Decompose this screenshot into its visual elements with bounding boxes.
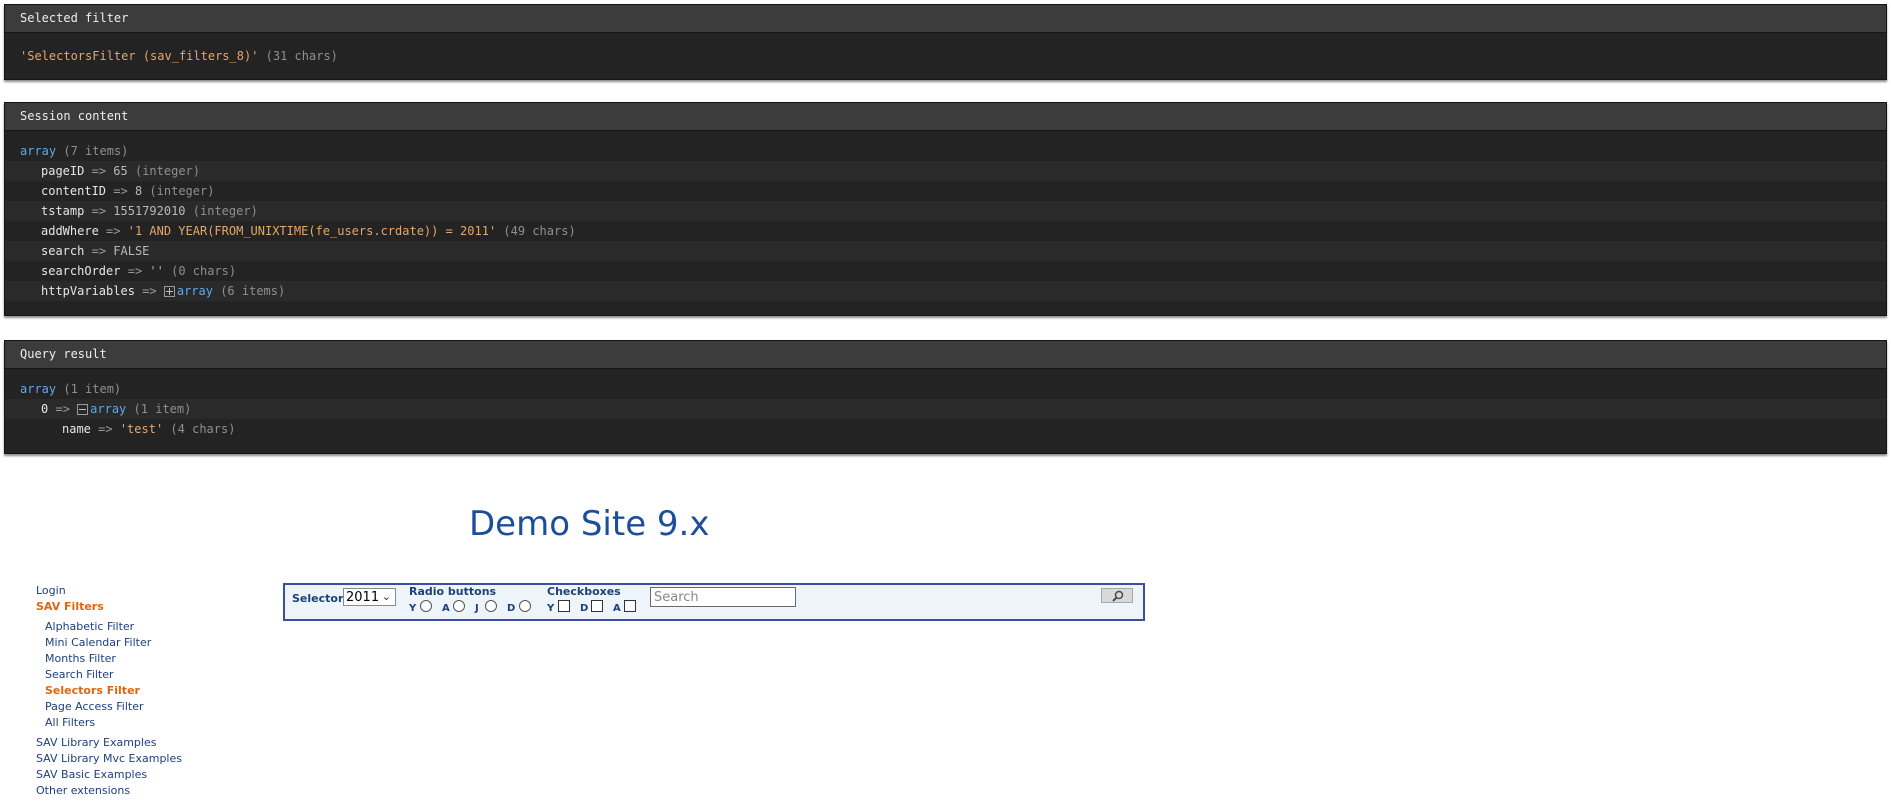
row-key: 0 — [41, 402, 49, 416]
tree-row: 0 => array (1 item) — [5, 399, 1886, 419]
selector-value: 2011 — [346, 590, 380, 605]
tree-root: array (1 item) — [5, 379, 1886, 399]
panel-title: Selected filter — [5, 5, 1886, 33]
arrow: => — [91, 164, 107, 178]
row-value: 'test' — [119, 422, 164, 436]
arrow: => — [98, 422, 113, 436]
expand-icon[interactable] — [163, 286, 175, 297]
row-value: 8 — [134, 184, 143, 198]
row-value: '1 AND YEAR(FROM_UNIXTIME(fe_users.crdat… — [127, 224, 497, 238]
arrow: => — [142, 284, 157, 298]
collapse-icon[interactable] — [77, 404, 89, 415]
search-button[interactable] — [1101, 588, 1133, 603]
tree-row: addWhere => '1 AND YEAR(FROM_UNIXTIME(fe… — [5, 221, 1886, 241]
session-content-panel: Session content array (7 items) pageID =… — [4, 102, 1887, 316]
row-value: array — [90, 402, 127, 416]
arrow: => — [55, 402, 70, 416]
menu-item-sav-library-examples[interactable]: SAV Library Examples — [36, 736, 156, 749]
row-key: httpVariables — [41, 284, 135, 298]
array-type: array — [20, 144, 57, 158]
value-meta: (1 item) — [63, 382, 122, 396]
menu-item-sav-filters[interactable]: SAV Filters — [36, 600, 104, 613]
magnifier-icon — [1112, 590, 1124, 602]
radio-d[interactable] — [519, 600, 531, 612]
row-key: searchOrder — [41, 264, 121, 278]
row-value: 1551792010 — [113, 204, 186, 218]
tree-row: contentID => 8 (integer) — [5, 181, 1886, 201]
menu-item-sav-basic-examples[interactable]: SAV Basic Examples — [36, 768, 147, 781]
row-value: FALSE — [113, 244, 150, 258]
menu-item-months-filter[interactable]: Months Filter — [45, 652, 116, 665]
row-key: addWhere — [41, 224, 99, 238]
tree-root: array (7 items) — [5, 141, 1886, 161]
menu-item-login[interactable]: Login — [36, 584, 66, 597]
menu-item-alphabetic-filter[interactable]: Alphabetic Filter — [45, 620, 134, 633]
menu-item-page-access-filter[interactable]: Page Access Filter — [45, 700, 144, 713]
radio-j[interactable] — [485, 600, 497, 612]
selector-dropdown[interactable]: 2011 ⌄ — [343, 588, 396, 606]
value-meta: (31 chars) — [265, 49, 338, 63]
checkbox-d-label: D — [580, 603, 589, 614]
menu-item-mini-calendar-filter[interactable]: Mini Calendar Filter — [45, 636, 151, 649]
menu-item-other-extensions[interactable]: Other extensions — [36, 784, 130, 797]
search-input[interactable] — [650, 587, 796, 607]
row-key: search — [41, 244, 85, 258]
selector-label: Selector — [292, 592, 344, 605]
radio-j-label: J — [475, 603, 479, 614]
checkbox-a[interactable] — [624, 600, 636, 612]
query-result-panel: Query result array (1 item) 0 => array (… — [4, 340, 1887, 454]
menu-item-search-filter[interactable]: Search Filter — [45, 668, 114, 681]
string-value: 'SelectorsFilter (sav_filters_8)' — [20, 49, 259, 63]
value-meta: (1 item) — [133, 402, 192, 416]
radio-y[interactable] — [420, 600, 432, 612]
tree-row: pageID => 65 (integer) — [5, 161, 1886, 181]
radio-a-label: A — [442, 603, 450, 614]
menu-item-all-filters[interactable]: All Filters — [45, 716, 95, 729]
selectors-filter-form: Selector 2011 ⌄ Radio buttons Y A J D Ch… — [283, 583, 1145, 621]
tree-row: search => FALSE — [5, 241, 1886, 261]
arrow: => — [91, 204, 107, 218]
checkbox-d[interactable] — [591, 600, 603, 612]
checkbox-y[interactable] — [558, 600, 570, 612]
row-key: tstamp — [41, 204, 85, 218]
checkboxes-label: Checkboxes — [547, 585, 621, 598]
value-meta: (6 items) — [220, 284, 286, 298]
selected-filter-row: 'SelectorsFilter (sav_filters_8)' (31 ch… — [5, 46, 1886, 66]
arrow: => — [127, 264, 143, 278]
row-key: name — [62, 422, 91, 436]
row-key: contentID — [41, 184, 107, 198]
value-meta: (integer) — [192, 204, 258, 218]
panel-title: Session content — [5, 103, 1886, 131]
value-meta: (49 chars) — [503, 224, 576, 238]
selected-filter-panel: Selected filter 'SelectorsFilter (sav_fi… — [4, 4, 1887, 80]
radio-buttons-label: Radio buttons — [409, 585, 497, 598]
tree-row: name => 'test' (4 chars) — [5, 419, 1886, 439]
radio-y-label: Y — [409, 603, 417, 614]
array-type: array — [20, 382, 57, 396]
row-value: array — [176, 284, 213, 298]
value-meta: (7 items) — [63, 144, 129, 158]
row-value: 65 — [113, 164, 128, 178]
arrow: => — [106, 224, 121, 238]
panel-title: Query result — [5, 341, 1886, 369]
arrow: => — [91, 244, 107, 258]
arrow: => — [113, 184, 128, 198]
row-key: pageID — [41, 164, 85, 178]
tree-row: tstamp => 1551792010 (integer) — [5, 201, 1886, 221]
radio-d-label: D — [507, 603, 516, 614]
value-meta: (4 chars) — [170, 422, 236, 436]
value-meta: (integer) — [134, 164, 200, 178]
row-value: '' — [149, 264, 164, 278]
value-meta: (0 chars) — [171, 264, 237, 278]
tree-row: httpVariables => array (6 items) — [5, 281, 1886, 301]
checkbox-y-label: Y — [547, 603, 555, 614]
tree-row: searchOrder => '' (0 chars) — [5, 261, 1886, 281]
value-meta: (integer) — [149, 184, 215, 198]
menu-item-sav-library-mvc-examples[interactable]: SAV Library Mvc Examples — [36, 752, 182, 765]
site-title: Demo Site 9.x — [469, 504, 710, 544]
radio-a[interactable] — [453, 600, 465, 612]
menu-item-selectors-filter[interactable]: Selectors Filter — [45, 684, 140, 697]
chevron-down-icon: ⌄ — [381, 590, 391, 603]
checkbox-a-label: A — [613, 603, 621, 614]
